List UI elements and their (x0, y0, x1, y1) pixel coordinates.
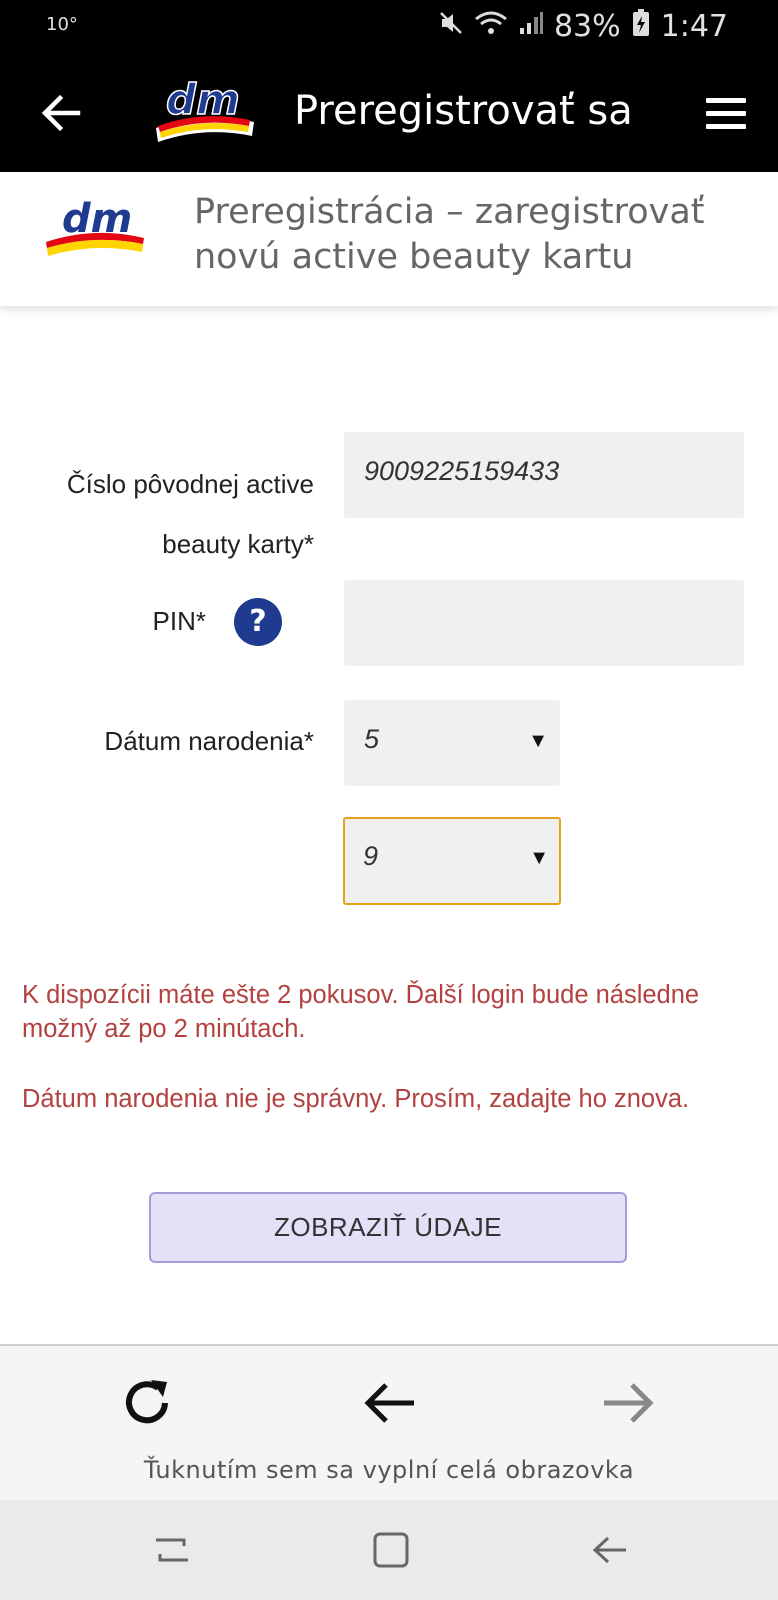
show-data-button[interactable]: ZOBRAZIŤ ÚDAJE (149, 1192, 627, 1263)
recent-apps-icon[interactable] (152, 1530, 192, 1570)
date-error: Dátum narodenia nie je správny. Prosím, … (22, 1085, 690, 1113)
pin-input[interactable] (344, 580, 744, 666)
signal-icon (518, 10, 544, 42)
card-number-input[interactable]: 9009225159433 (344, 432, 744, 518)
browser-forward-icon[interactable] (600, 1374, 658, 1432)
dropdown-arrow-icon: ▼ (529, 847, 549, 869)
wifi-icon (474, 10, 508, 42)
card-number-label: Číslo pôvodnej active beauty karty* (66, 469, 314, 559)
clock: 1:47 (660, 8, 728, 44)
svg-text:dm: dm (62, 196, 132, 242)
home-icon[interactable] (371, 1530, 411, 1570)
birth-day-value: 5 (364, 724, 380, 754)
pin-help-icon[interactable]: ? (234, 598, 282, 646)
birth-month-select[interactable]: 9 ▼ (343, 817, 561, 905)
reload-icon[interactable] (118, 1374, 176, 1432)
page-header: dm Preregistrácia – zaregistrovať novú a… (0, 172, 778, 306)
dm-logo-header: dm (44, 194, 148, 269)
birth-date-label: Dátum narodenia* (104, 726, 314, 756)
battery-icon (631, 8, 651, 44)
app-title: Preregistrovať sa (294, 88, 633, 134)
battery-percent: 83% (553, 8, 621, 44)
browser-back-icon[interactable] (360, 1374, 418, 1432)
back-arrow-icon[interactable] (38, 90, 84, 136)
pin-label: PIN* (152, 606, 206, 636)
hamburger-menu-icon[interactable] (706, 98, 746, 129)
status-bar: 10° 83% 1:47 (0, 0, 778, 54)
app-bar: dm Preregistrovať sa (0, 54, 778, 172)
temperature: 10° (46, 14, 78, 35)
mute-icon (438, 10, 464, 42)
birth-day-select[interactable]: 5 ▼ (344, 700, 560, 786)
dm-logo[interactable]: dm (152, 74, 258, 151)
system-back-icon[interactable] (590, 1530, 630, 1570)
birth-month-value: 9 (363, 841, 379, 871)
status-icons: 83% 1:47 (438, 8, 728, 44)
svg-text:dm: dm (166, 76, 240, 124)
browser-toolbar: Ťuknutím sem sa vyplní celá obrazovka (0, 1344, 778, 1502)
fullscreen-hint[interactable]: Ťuknutím sem sa vyplní celá obrazovka (0, 1456, 778, 1484)
card-number-value: 9009225159433 (364, 456, 560, 486)
system-nav-bar (0, 1500, 778, 1600)
page-title: Preregistrácia – zaregistrovať novú acti… (194, 192, 705, 277)
dropdown-arrow-icon: ▼ (528, 730, 548, 752)
attempts-error: K dispozícii máte ešte 2 pokusov. Ďalší … (22, 981, 700, 1043)
